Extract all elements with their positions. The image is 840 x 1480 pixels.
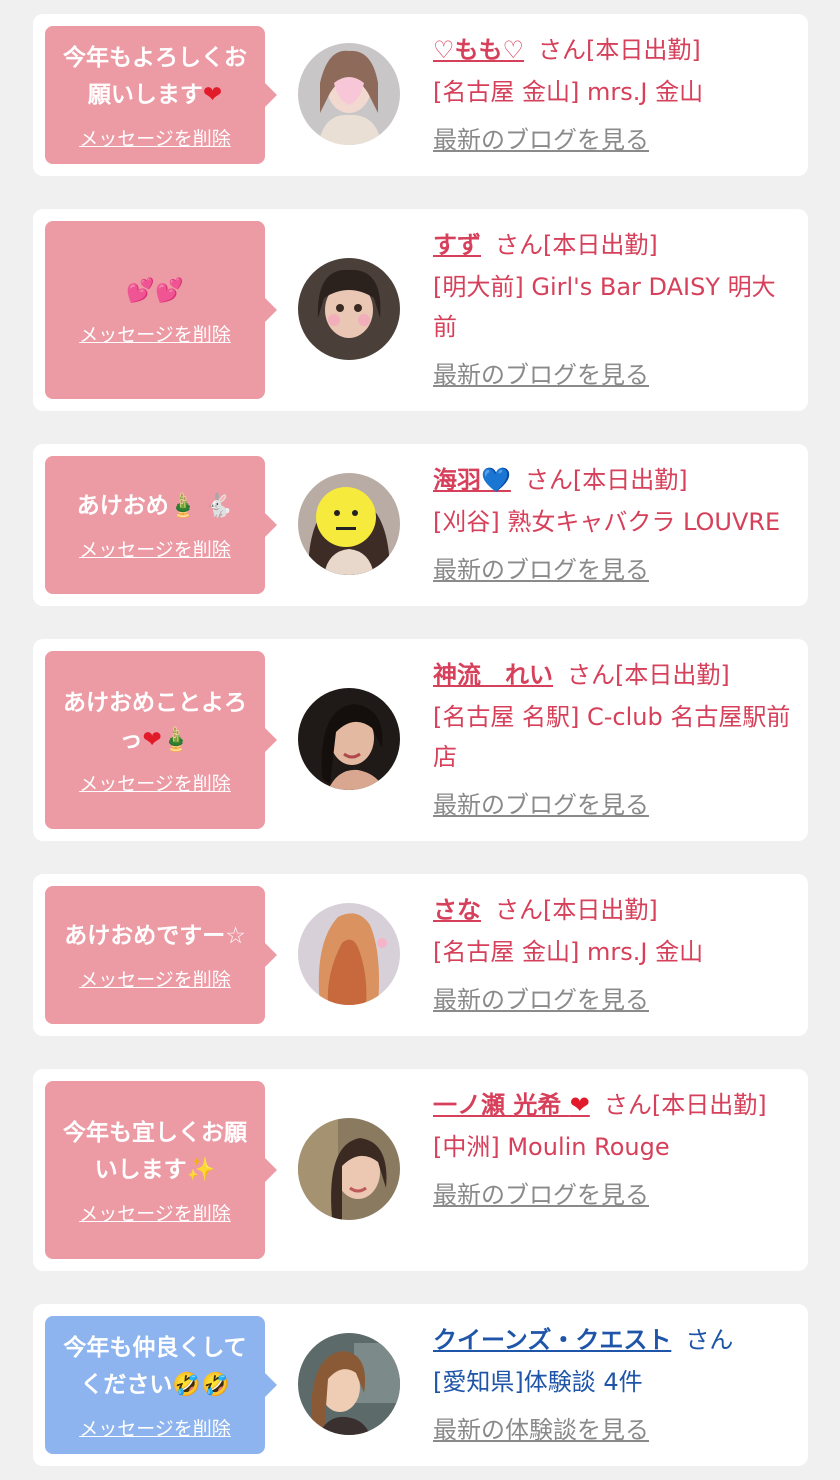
message-bubble: あけおめですー☆ メッセージを削除 xyxy=(45,886,277,1024)
message-body: あけおめですー☆ xyxy=(64,923,246,949)
review-count: [愛知県]体験談 4件 xyxy=(433,1368,643,1396)
delete-message-link[interactable]: メッセージを削除 xyxy=(79,124,231,151)
sparkles-emoji: ✨ xyxy=(186,1156,216,1183)
message-text: あけおめ🎍 🐇 xyxy=(77,488,234,525)
message-card: あけおめことよろっ❤🎍 メッセージを削除 神流 れい さん[本日出勤] [名古屋 … xyxy=(33,639,808,841)
cast-status: さん[本日出勤] xyxy=(567,661,730,689)
cast-info: 海羽💙 さん[本日出勤] [刈谷] 熟女キャバクラ LOUVRE 最新のブログを見… xyxy=(433,458,796,592)
delete-message-link[interactable]: メッセージを削除 xyxy=(79,1199,231,1226)
cast-name-link[interactable]: 神流 れい xyxy=(433,661,553,689)
store-honorific: さん xyxy=(685,1326,734,1354)
delete-message-link[interactable]: メッセージを削除 xyxy=(79,1414,231,1441)
latest-blog-link[interactable]: 最新のブログを見る xyxy=(433,783,649,827)
cast-name-link[interactable]: さな xyxy=(433,896,481,924)
message-body: 今年も宜しくお願いします xyxy=(63,1119,247,1183)
latest-blog-link[interactable]: 最新のブログを見る xyxy=(433,978,649,1022)
message-bubble: あけおめことよろっ❤🎍 メッセージを削除 xyxy=(45,651,277,829)
shop-name: [名古屋 名駅] C-club 名古屋駅前店 xyxy=(433,703,791,771)
message-card: あけおめ🎍 🐇 メッセージを削除 海羽💙 さん[本日出勤] [刈谷] 熟女キャバク… xyxy=(33,444,808,606)
shop-name: [中洲] Moulin Rouge xyxy=(433,1133,670,1161)
cast-info: 神流 れい さん[本日出勤] [名古屋 名駅] C-club 名古屋駅前店 最新の… xyxy=(433,653,796,827)
message-bubble: 今年も宜しくお願いします✨ メッセージを削除 xyxy=(45,1081,277,1259)
cast-status: さん[本日出勤] xyxy=(524,466,688,494)
message-text: 今年も宜しくお願いします✨ xyxy=(55,1115,255,1189)
message-bubble: 今年も仲良くしてください🤣🤣 メッセージを削除 xyxy=(45,1316,277,1454)
cast-info: さな さん[本日出勤] [名古屋 金山] mrs.J 金山 最新のブログを見る xyxy=(433,888,796,1022)
latest-blog-link[interactable]: 最新のブログを見る xyxy=(433,118,649,162)
cast-status: さん[本日出勤] xyxy=(603,1091,767,1119)
message-bubble: 今年もよろしくお願いします❤ メッセージを削除 xyxy=(45,26,277,164)
latest-review-link[interactable]: 最新の体験談を見る xyxy=(433,1408,649,1452)
message-text: あけおめことよろっ❤🎍 xyxy=(55,685,255,759)
blue-heart-emoji: 💙 xyxy=(481,466,511,494)
message-bubble: あけおめ🎍 🐇 メッセージを削除 xyxy=(45,456,277,594)
shop-name: [名古屋 金山] mrs.J 金山 xyxy=(433,78,704,106)
cast-info: すず さん[本日出勤] [明大前] Girl's Bar DAISY 明大前 最新… xyxy=(433,223,796,397)
store-info: クイーンズ・クエスト さん [愛知県]体験談 4件 最新の体験談を見る xyxy=(433,1318,796,1452)
latest-blog-link[interactable]: 最新のブログを見る xyxy=(433,548,649,592)
message-text: 💕💕 xyxy=(126,273,183,310)
heart-kadomatsu-emoji: ❤🎍 xyxy=(142,726,191,753)
message-card: 今年も仲良くしてください🤣🤣 メッセージを削除 クイーンズ・クエスト さん [愛知… xyxy=(33,1304,808,1466)
avatar[interactable] xyxy=(298,1118,400,1220)
cast-name-link[interactable]: すず xyxy=(433,231,481,259)
delete-message-link[interactable]: メッセージを削除 xyxy=(79,535,231,562)
message-card: 今年も宜しくお願いします✨ メッセージを削除 一ノ瀬 光希 ❤ さん[本日出勤] … xyxy=(33,1069,808,1271)
latest-blog-link[interactable]: 最新のブログを見る xyxy=(433,353,649,397)
message-card: 💕💕 メッセージを削除 すず さん[本日出勤] [明大前] Girl's Bar … xyxy=(33,209,808,411)
cast-info: ♡もも♡ さん[本日出勤] [名古屋 金山] mrs.J 金山 最新のブログを見る xyxy=(433,28,796,162)
store-name-link[interactable]: クイーンズ・クエスト xyxy=(433,1326,671,1354)
cast-status: さん[本日出勤] xyxy=(495,896,658,924)
delete-message-link[interactable]: メッセージを削除 xyxy=(79,965,231,992)
kadomatsu-rabbit-emoji: 🎍 🐇 xyxy=(168,493,234,519)
laughing-emoji: 🤣🤣 xyxy=(172,1371,230,1398)
two-hearts-emoji: 💕💕 xyxy=(126,278,184,304)
shop-name: [明大前] Girl's Bar DAISY 明大前 xyxy=(433,273,776,341)
heart-emoji: ❤ xyxy=(202,81,223,108)
cast-name-link[interactable]: 一ノ瀬 光希 ❤ xyxy=(433,1091,590,1119)
message-bubble: 💕💕 メッセージを削除 xyxy=(45,221,277,399)
message-list: 今年もよろしくお願いします❤ メッセージを削除 ♡もも♡ さん[本日出勤] [名古… xyxy=(0,0,840,1480)
message-text: 今年も仲良くしてください🤣🤣 xyxy=(55,1330,255,1404)
cast-name-link[interactable]: ♡もも♡ xyxy=(433,36,524,64)
message-text: 今年もよろしくお願いします❤ xyxy=(55,40,255,114)
cast-status: さん[本日出勤] xyxy=(538,36,701,64)
avatar[interactable] xyxy=(298,43,400,145)
avatar[interactable] xyxy=(298,473,400,575)
delete-message-link[interactable]: メッセージを削除 xyxy=(79,320,231,347)
avatar[interactable] xyxy=(298,258,400,360)
avatar[interactable] xyxy=(298,903,400,1005)
avatar[interactable] xyxy=(298,688,400,790)
delete-message-link[interactable]: メッセージを削除 xyxy=(79,769,231,796)
shop-name: [刈谷] 熟女キャバクラ LOUVRE xyxy=(433,508,781,536)
avatar[interactable] xyxy=(298,1333,400,1435)
cast-status: さん[本日出勤] xyxy=(495,231,658,259)
cast-name-link[interactable]: 海羽💙 xyxy=(433,466,511,494)
message-text: あけおめですー☆ xyxy=(64,918,246,955)
message-card: あけおめですー☆ メッセージを削除 さな さん[本日出勤] [名古屋 金山] mr… xyxy=(33,874,808,1036)
cast-info: 一ノ瀬 光希 ❤ さん[本日出勤] [中洲] Moulin Rouge 最新のブロ… xyxy=(433,1083,796,1217)
message-body: あけおめ xyxy=(76,493,169,519)
shop-name: [名古屋 金山] mrs.J 金山 xyxy=(433,938,704,966)
message-card: 今年もよろしくお願いします❤ メッセージを削除 ♡もも♡ さん[本日出勤] [名古… xyxy=(33,14,808,176)
red-heart-emoji: ❤ xyxy=(569,1091,590,1119)
latest-blog-link[interactable]: 最新のブログを見る xyxy=(433,1173,649,1217)
